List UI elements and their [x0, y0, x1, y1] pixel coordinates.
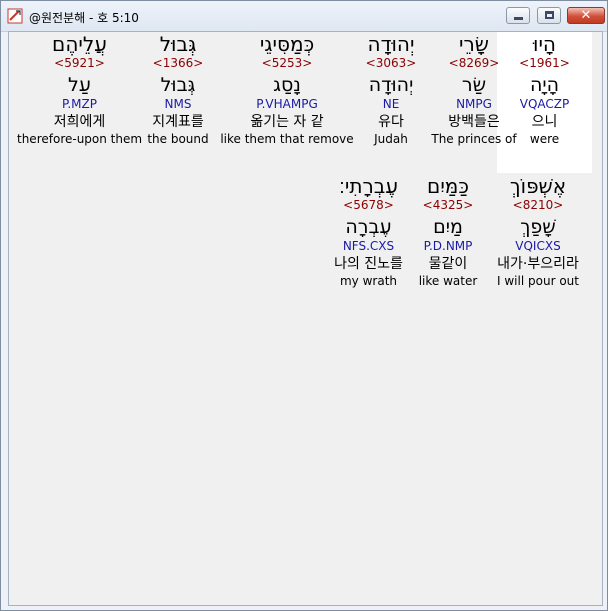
close-icon: ✕ — [580, 8, 592, 23]
lemma: נָסַג — [273, 74, 301, 96]
strong-number[interactable]: <5678> — [321, 198, 416, 216]
hebrew-word: כְּמַסִּיגֵי — [259, 32, 315, 56]
korean-gloss: 물같이 — [428, 256, 468, 272]
word-block[interactable]: כְּמַסִּיגֵי <5253> נָסַג P.VHAMPG 옮기는 자… — [217, 32, 357, 148]
app-logo-icon — [7, 8, 23, 24]
morphology-code: P.D.NMP — [423, 239, 473, 253]
close-button[interactable]: ✕ — [567, 7, 605, 24]
korean-gloss: 지계표를 — [152, 114, 204, 130]
minimize-icon — [514, 17, 523, 20]
hebrew-word: עֶבְרָתִי׃ — [338, 174, 399, 198]
english-gloss: I will pour out — [497, 274, 579, 288]
word-block[interactable]: כַּמַּיִם <4325> מַיִם P.D.NMP 물같이 like … — [408, 174, 488, 290]
lemma: שָׁפַךְ — [520, 216, 556, 238]
interlinear-panel: הָיוּ <1961> הָיָה VQACZP 으니 were שָׂרֵי… — [8, 31, 603, 606]
korean-gloss: 저희에게 — [53, 114, 106, 130]
strong-number[interactable]: <5921> — [17, 56, 142, 74]
english-gloss: like them that remove — [220, 132, 354, 146]
english-gloss: the bound — [147, 132, 209, 146]
english-gloss: therefore-upon them — [17, 132, 143, 146]
maximize-icon — [545, 11, 554, 19]
morphology-code: P.VHAMPG — [256, 97, 318, 111]
word-block[interactable]: גְּבוּל <1366> גְּבוּל NMS 지계표를 the boun… — [128, 32, 228, 148]
maximize-button[interactable] — [537, 7, 561, 24]
hebrew-word: עֲלֵיהֶם — [52, 32, 107, 56]
lemma: מַיִם — [433, 216, 463, 238]
lemma: עֶבְרָה — [345, 216, 392, 238]
strong-number[interactable]: <1366> — [128, 56, 228, 74]
english-gloss: my wrath — [339, 274, 398, 288]
morphology-code: NFS.CXS — [342, 239, 395, 253]
minimize-button[interactable] — [506, 7, 530, 24]
word-block[interactable]: אֶשְׁפּוֹךְ <8210> שָׁפַךְ VQICXS 내가·부으리… — [483, 174, 593, 290]
morphology-code: NMS — [164, 97, 192, 111]
lemma: עַל — [68, 74, 91, 96]
strong-number[interactable]: <5253> — [217, 56, 357, 74]
morphology-code: VQICXS — [515, 239, 561, 253]
strong-number[interactable]: <8210> — [483, 198, 593, 216]
korean-gloss: 옮기는 자 같 — [250, 114, 324, 130]
word-block[interactable]: עֲלֵיהֶם <5921> עַל P.MZP 저희에게 therefore… — [17, 32, 142, 148]
word-block[interactable]: עֶבְרָתִי׃ <5678> עֶבְרָה NFS.CXS 나의 진노를… — [321, 174, 416, 290]
hebrew-word: אֶשְׁפּוֹךְ — [509, 174, 567, 198]
hebrew-word: גְּבוּל — [159, 32, 197, 56]
window-title: @원전분해 - 호 5:10 — [29, 11, 139, 25]
lemma: גְּבוּל — [160, 74, 196, 96]
english-gloss: like water — [418, 274, 478, 288]
title-bar[interactable]: @원전분해 - 호 5:10 ✕ — [1, 1, 607, 32]
morphology-code: P.MZP — [62, 97, 97, 111]
app-window: @원전분해 - 호 5:10 ✕ הָיוּ <1961> הָיָה VQAC… — [0, 0, 608, 611]
korean-gloss: 나의 진노를 — [334, 256, 403, 272]
korean-gloss: 내가·부으리라 — [497, 256, 579, 272]
hebrew-word: כַּמַּיִם — [427, 174, 469, 198]
strong-number[interactable]: <4325> — [408, 198, 488, 216]
